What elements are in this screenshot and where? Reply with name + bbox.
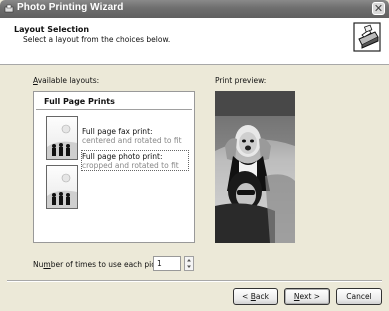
copies-spinner[interactable] <box>184 256 194 271</box>
available-layouts-label: Available layouts: <box>33 76 100 85</box>
page-subtitle: Select a layout from the choices below. <box>23 35 171 44</box>
layout-group-title: Full Page Prints <box>44 97 115 106</box>
layouts-list[interactable]: Full Page Prints Full page fax print: ce… <box>33 91 195 243</box>
cancel-button[interactable]: Cancel <box>336 288 382 305</box>
spin-up-icon[interactable] <box>185 257 193 263</box>
layout-item-desc: cropped and rotated to fit <box>82 161 179 170</box>
layout-group-header: Full Page Prints <box>36 96 192 110</box>
spin-down-icon[interactable] <box>185 264 193 270</box>
print-preview-label: Print preview: <box>215 76 267 85</box>
layout-thumbnail-icon <box>46 116 78 160</box>
page-title: Layout Selection <box>14 25 90 34</box>
footer-divider <box>7 280 382 282</box>
print-preview-image <box>215 91 295 243</box>
layout-item-title: Full page photo print: <box>82 152 163 161</box>
close-icon: ✕ <box>373 2 384 15</box>
close-button[interactable]: ✕ <box>372 2 385 15</box>
back-button[interactable]: < Back <box>233 288 278 305</box>
printer-wizard-icon <box>4 4 14 13</box>
window-title: Photo Printing Wizard <box>17 2 124 13</box>
layout-item-title: Full page fax print: <box>82 127 153 136</box>
layout-item-desc: centered and rotated to fit <box>82 136 182 145</box>
copies-input[interactable]: 1 <box>153 256 181 271</box>
printer-icon <box>353 22 381 52</box>
layout-thumbnail-icon <box>46 165 78 209</box>
next-button[interactable]: Next > <box>284 288 330 305</box>
